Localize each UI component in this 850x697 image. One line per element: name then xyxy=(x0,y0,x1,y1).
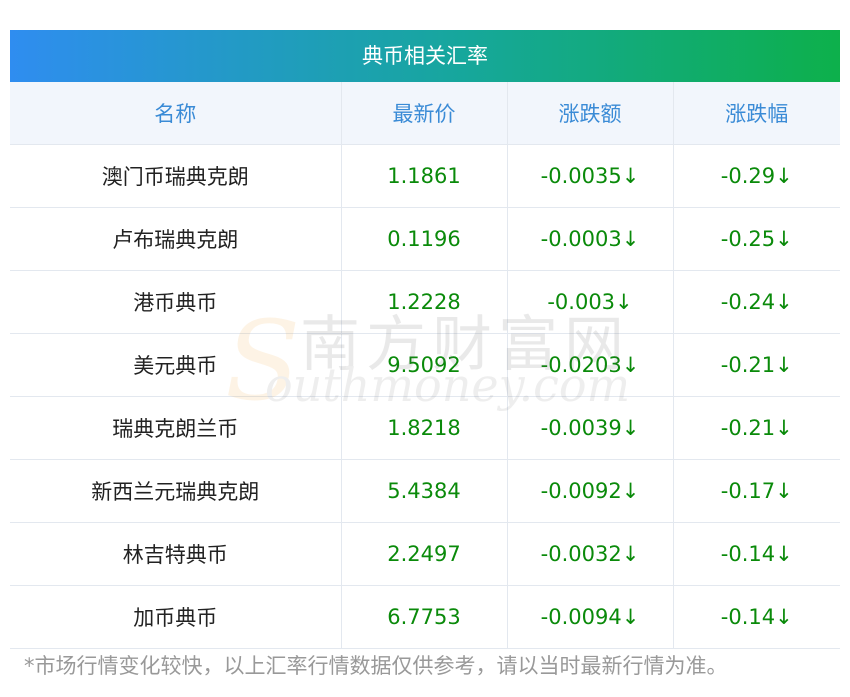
cell-price: 1.2228 xyxy=(341,270,508,334)
table-row[interactable]: 加币典币 6.7753 -0.0094↓ -0.14↓ xyxy=(10,585,840,649)
column-header-price: 最新价 xyxy=(341,82,508,145)
cell-change: -0.0094↓ xyxy=(507,585,674,649)
cell-percent: -0.21↓ xyxy=(673,333,840,397)
cell-percent: -0.17↓ xyxy=(673,459,840,523)
cell-price: 5.4384 xyxy=(341,459,508,523)
table-row[interactable]: 新西兰元瑞典克朗 5.4384 -0.0092↓ -0.17↓ xyxy=(10,459,840,523)
table-row[interactable]: 林吉特典币 2.2497 -0.0032↓ -0.14↓ xyxy=(10,522,840,586)
cell-percent: -0.21↓ xyxy=(673,396,840,460)
table-row[interactable]: 瑞典克朗兰币 1.8218 -0.0039↓ -0.21↓ xyxy=(10,396,840,460)
exchange-rate-card: 典币相关汇率 名称 最新价 涨跌额 涨跌幅 澳门币瑞典克朗 1.1861 -0.00… xyxy=(10,30,840,649)
cell-name: 瑞典克朗兰币 xyxy=(10,396,342,460)
cell-name: 加币典币 xyxy=(10,585,342,649)
cell-name: 林吉特典币 xyxy=(10,522,342,586)
cell-price: 1.1861 xyxy=(341,144,508,208)
header-row: 名称 最新价 涨跌额 涨跌幅 xyxy=(10,82,840,145)
cell-change: -0.0003↓ xyxy=(507,207,674,271)
column-header-percent: 涨跌幅 xyxy=(673,82,840,145)
cell-change: -0.0032↓ xyxy=(507,522,674,586)
footnote: *市场行情变化较快，以上汇率行情数据仅供参考，请以当时最新行情为准。 xyxy=(24,654,728,678)
table-row[interactable]: 卢布瑞典克朗 0.1196 -0.0003↓ -0.25↓ xyxy=(10,207,840,271)
cell-price: 2.2497 xyxy=(341,522,508,586)
cell-name: 卢布瑞典克朗 xyxy=(10,207,342,271)
cell-change: -0.0092↓ xyxy=(507,459,674,523)
cell-name: 美元典币 xyxy=(10,333,342,397)
table-title: 典币相关汇率 xyxy=(10,30,840,82)
cell-change: -0.003↓ xyxy=(507,270,674,334)
cell-name: 港币典币 xyxy=(10,270,342,334)
column-header-name: 名称 xyxy=(10,82,342,145)
cell-price: 0.1196 xyxy=(341,207,508,271)
cell-percent: -0.14↓ xyxy=(673,522,840,586)
cell-percent: -0.24↓ xyxy=(673,270,840,334)
table-row[interactable]: 美元典币 9.5092 -0.0203↓ -0.21↓ xyxy=(10,333,840,397)
cell-change: -0.0039↓ xyxy=(507,396,674,460)
column-header-change: 涨跌额 xyxy=(507,82,674,145)
cell-name: 澳门币瑞典克朗 xyxy=(10,144,342,208)
cell-percent: -0.29↓ xyxy=(673,144,840,208)
cell-percent: -0.14↓ xyxy=(673,585,840,649)
cell-name: 新西兰元瑞典克朗 xyxy=(10,459,342,523)
cell-percent: -0.25↓ xyxy=(673,207,840,271)
table-row[interactable]: 港币典币 1.2228 -0.003↓ -0.24↓ xyxy=(10,270,840,334)
cell-change: -0.0203↓ xyxy=(507,333,674,397)
cell-change: -0.0035↓ xyxy=(507,144,674,208)
exchange-rate-table: 名称 最新价 涨跌额 涨跌幅 澳门币瑞典克朗 1.1861 -0.0035↓ -0.2… xyxy=(10,82,840,649)
table-row[interactable]: 澳门币瑞典克朗 1.1861 -0.0035↓ -0.29↓ xyxy=(10,144,840,208)
cell-price: 6.7753 xyxy=(341,585,508,649)
cell-price: 9.5092 xyxy=(341,333,508,397)
cell-price: 1.8218 xyxy=(341,396,508,460)
